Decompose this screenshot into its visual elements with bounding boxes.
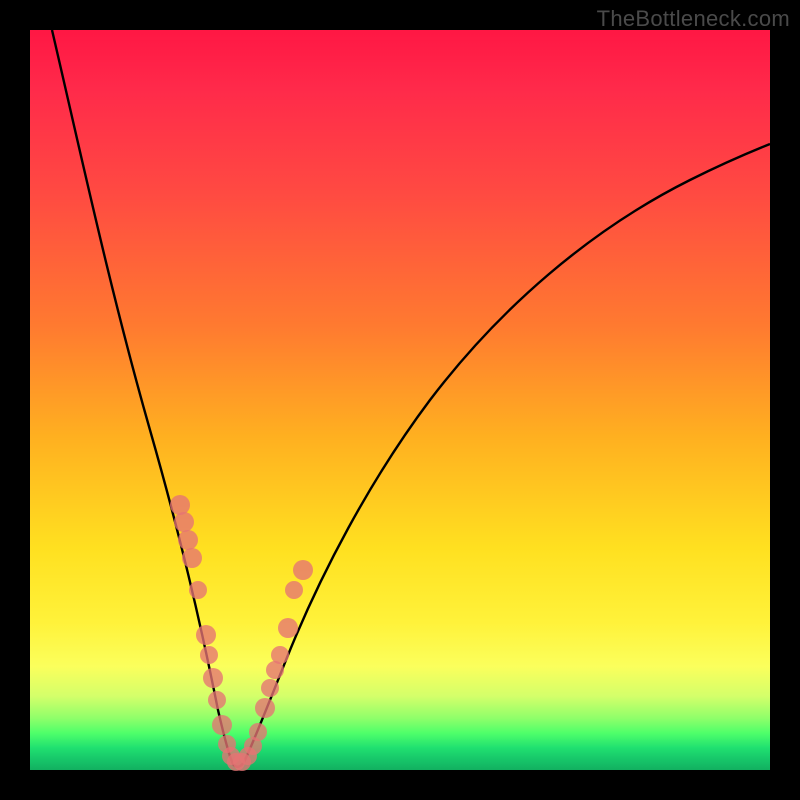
data-point [189, 581, 207, 599]
watermark-text: TheBottleneck.com [597, 6, 790, 32]
data-point [178, 530, 198, 550]
chart-frame: TheBottleneck.com [0, 0, 800, 800]
plot-area [30, 30, 770, 770]
data-point [182, 548, 202, 568]
data-point [174, 512, 194, 532]
data-point [200, 646, 218, 664]
data-point [293, 560, 313, 580]
data-point [271, 646, 289, 664]
data-point [278, 618, 298, 638]
data-point [255, 698, 275, 718]
data-point [285, 581, 303, 599]
curve-layer [30, 30, 770, 770]
data-point [208, 691, 226, 709]
scatter-points [170, 495, 313, 771]
data-point [203, 668, 223, 688]
data-point [196, 625, 216, 645]
data-point [170, 495, 190, 515]
data-point [261, 679, 279, 697]
data-point [212, 715, 232, 735]
data-point [249, 723, 267, 741]
bottleneck-curve [52, 30, 770, 767]
